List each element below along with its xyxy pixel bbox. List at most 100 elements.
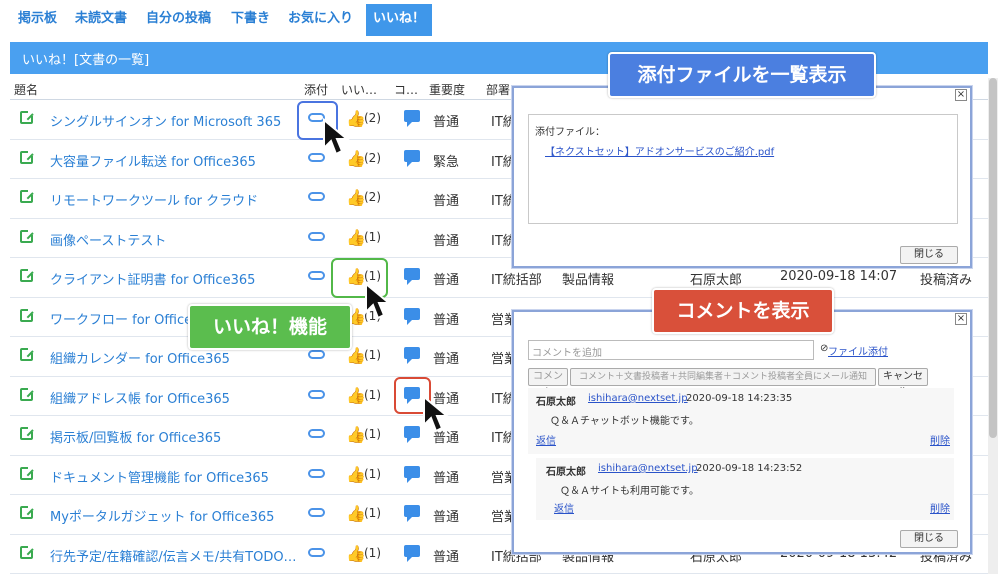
attachment-popup: × 添付ファイル： 【ネクストセット】アドオンサービスのご紹介.pdf 閉じる <box>512 86 972 268</box>
tab-favorites[interactable]: お気に入り <box>288 4 353 36</box>
document-title-link[interactable]: 掲示板/回覧板 for Office365 <box>50 427 221 446</box>
thumbs-up-icon[interactable]: 👍 <box>346 188 366 207</box>
attachment-clip-icon[interactable] <box>308 508 325 517</box>
cancel-button[interactable]: キャンセル <box>878 368 928 398</box>
attachment-clip-icon[interactable] <box>308 231 325 241</box>
reply-link[interactable]: 返信 <box>536 432 556 447</box>
col-department[interactable]: 部署 <box>486 81 510 98</box>
open-external-icon[interactable] <box>20 268 34 282</box>
cursor-arrow-icon <box>365 282 392 320</box>
comment-thread: 石原太郎 ishihara@nextset.jp 2020-09-18 14:2… <box>528 388 954 522</box>
open-external-icon[interactable] <box>20 189 34 203</box>
open-external-icon[interactable] <box>20 347 34 361</box>
file-attach-link[interactable]: ファイル添付 <box>828 343 888 358</box>
like-count: (2) <box>364 190 381 204</box>
callout-like: いいね！機能 <box>188 304 352 350</box>
comment-time: 2020-09-18 14:23:52 <box>696 463 803 474</box>
reply-link[interactable]: 返信 <box>554 500 574 515</box>
close-button[interactable]: 閉じる <box>900 530 958 548</box>
document-title-link[interactable]: Myポータルガジェット for Office365 <box>50 506 274 525</box>
open-external-icon[interactable] <box>20 149 34 164</box>
importance: 普通 <box>433 194 460 209</box>
close-icon[interactable]: × <box>955 89 967 101</box>
callout-comment: コメントを表示 <box>652 288 834 334</box>
comment-bubble-icon[interactable] <box>404 544 420 562</box>
comment-email[interactable]: ishihara@nextset.jp <box>588 393 688 404</box>
comment-bubble-icon[interactable] <box>404 465 420 483</box>
comment-bubble-icon[interactable] <box>404 426 420 443</box>
author: 石原太郎 <box>690 273 743 288</box>
department: IT統括部 <box>491 273 542 288</box>
col-importance[interactable]: 重要度 <box>429 81 465 98</box>
document-title-link[interactable]: 組織カレンダー for Office365 <box>50 348 230 367</box>
document-title-link[interactable]: 行先予定/在籍確認/伝言メモ/共有TODO… <box>50 546 297 565</box>
document-title-link[interactable]: 大容量ファイル転送 for Office365 <box>50 151 256 170</box>
open-external-icon[interactable] <box>20 465 34 480</box>
comment-bubble-icon[interactable] <box>404 110 420 127</box>
tab-likes[interactable]: いいね！ <box>366 4 432 36</box>
attachment-clip-icon[interactable] <box>308 192 325 201</box>
attachment-clip-icon[interactable] <box>308 271 325 280</box>
thumbs-up-icon[interactable]: 👍 <box>346 465 366 484</box>
thumbs-up-icon[interactable]: 👍 <box>346 386 366 405</box>
comment-bubble-icon[interactable] <box>404 347 420 364</box>
open-external-icon[interactable] <box>20 307 34 322</box>
col-likes[interactable]: いい… <box>341 81 377 98</box>
col-title[interactable]: 題名 <box>14 81 38 98</box>
cursor-arrow-icon <box>423 395 450 433</box>
comment-reply-item: 石原太郎 ishihara@nextset.jp 2020-09-18 14:2… <box>536 458 954 520</box>
open-external-icon[interactable] <box>20 228 34 243</box>
comment-email[interactable]: ishihara@nextset.jp <box>598 463 698 474</box>
thumbs-up-icon[interactable]: 👍 <box>346 425 366 444</box>
comment-body: Ｑ＆Ａチャットボット機能です。 <box>550 416 699 427</box>
comment-submit-button[interactable]: コメント <box>528 368 568 398</box>
page-scrollbar[interactable] <box>988 78 998 574</box>
attachment-clip-icon[interactable] <box>308 547 325 557</box>
comment-bubble-icon[interactable] <box>404 268 420 285</box>
tab-bulletin[interactable]: 掲示板 <box>18 4 57 36</box>
open-external-icon[interactable] <box>20 110 34 124</box>
comment-bubble-icon[interactable] <box>404 307 420 325</box>
tab-my-posts[interactable]: 自分の投稿 <box>146 4 211 36</box>
attachment-file-link[interactable]: 【ネクストセット】アドオンサービスのご紹介.pdf <box>545 143 774 158</box>
delete-link[interactable]: 削除 <box>930 432 950 447</box>
document-title-link[interactable]: クライアント証明書 for Office365 <box>50 269 255 288</box>
document-title-link[interactable]: 画像ペーストテスト <box>50 230 166 249</box>
attachment-clip-icon[interactable] <box>308 350 325 359</box>
comment-bubble-icon[interactable] <box>404 505 420 522</box>
importance: 普通 <box>433 312 460 328</box>
callout-attachment: 添付ファイルを一覧表示 <box>608 52 876 98</box>
like-count: (1) <box>364 466 381 481</box>
comment-author: 石原太郎 <box>536 397 576 408</box>
open-external-icon[interactable] <box>20 505 34 519</box>
importance: 普通 <box>433 549 460 565</box>
attachment-clip-icon[interactable] <box>308 468 325 478</box>
thumbs-up-icon[interactable]: 👍 <box>346 228 366 247</box>
scrollbar-thumb[interactable] <box>989 78 997 438</box>
attachment-clip-icon[interactable] <box>308 429 325 438</box>
close-button[interactable]: 閉じる <box>900 246 958 264</box>
thumbs-up-icon[interactable]: 👍 <box>346 544 366 563</box>
col-comments[interactable]: コ… <box>394 81 418 98</box>
comment-notify-button[interactable]: コメント＋文書投稿者＋共同編集者＋コメント投稿者全員にメール通知 <box>570 368 876 386</box>
open-external-icon[interactable] <box>20 544 34 559</box>
comment-placeholder: コメントを追加 <box>532 348 602 359</box>
document-title-link[interactable]: 組織アドレス帳 for Office365 <box>50 388 230 407</box>
attachment-clip-icon[interactable] <box>308 389 325 399</box>
comment-bubble-icon[interactable] <box>404 149 420 167</box>
status: 投稿済み <box>920 273 973 288</box>
comment-input[interactable]: コメントを追加 <box>528 340 814 360</box>
document-title-link[interactable]: シングルサインオン for Microsoft 365 <box>50 111 281 130</box>
comment-body: Ｑ＆Ａサイトも利用可能です。 <box>560 486 699 497</box>
document-title-link[interactable]: ドキュメント管理機能 for Office365 <box>50 467 269 486</box>
document-title-link[interactable]: リモートワークツール for クラウド <box>50 190 258 209</box>
tab-unread[interactable]: 未読文書 <box>75 4 127 36</box>
col-attachment[interactable]: 添付 <box>304 81 328 98</box>
thumbs-up-icon[interactable]: 👍 <box>346 504 366 523</box>
open-external-icon[interactable] <box>20 386 34 401</box>
tab-drafts[interactable]: 下書き <box>231 4 270 36</box>
like-count: (1) <box>364 387 381 402</box>
delete-link[interactable]: 削除 <box>930 500 950 515</box>
open-external-icon[interactable] <box>20 426 34 440</box>
close-icon[interactable]: × <box>955 313 967 325</box>
